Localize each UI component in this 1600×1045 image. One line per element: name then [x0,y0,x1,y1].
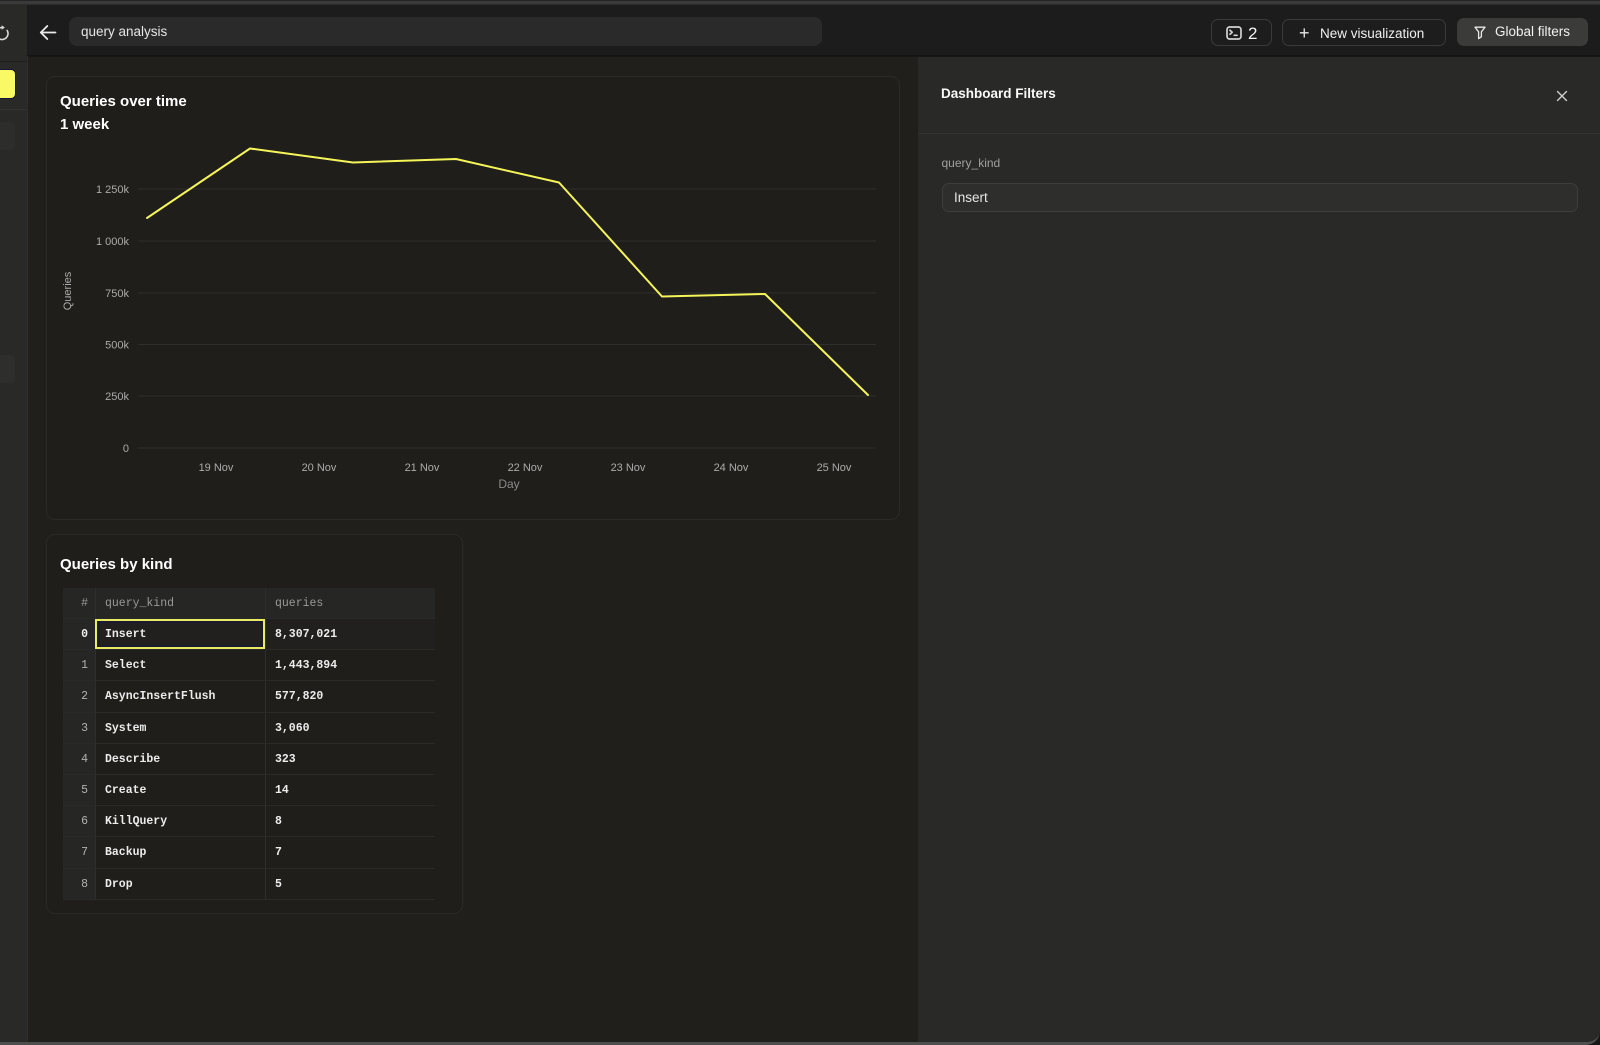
svg-text:24 Nov: 24 Nov [714,462,749,474]
svg-text:21 Nov: 21 Nov [405,462,440,474]
svg-text:250k: 250k [105,391,129,403]
svg-text:22 Nov: 22 Nov [508,462,543,474]
svg-text:1 250k: 1 250k [96,184,130,196]
svg-text:500k: 500k [105,340,129,352]
svg-text:20 Nov: 20 Nov [302,462,337,474]
svg-text:1 000k: 1 000k [96,236,130,248]
svg-text:0: 0 [123,443,129,455]
svg-text:25 Nov: 25 Nov [817,462,852,474]
svg-text:750k: 750k [105,288,129,300]
svg-text:Day: Day [498,477,519,491]
svg-text:Queries: Queries [62,271,74,310]
svg-text:19 Nov: 19 Nov [199,462,234,474]
svg-text:23 Nov: 23 Nov [611,462,646,474]
